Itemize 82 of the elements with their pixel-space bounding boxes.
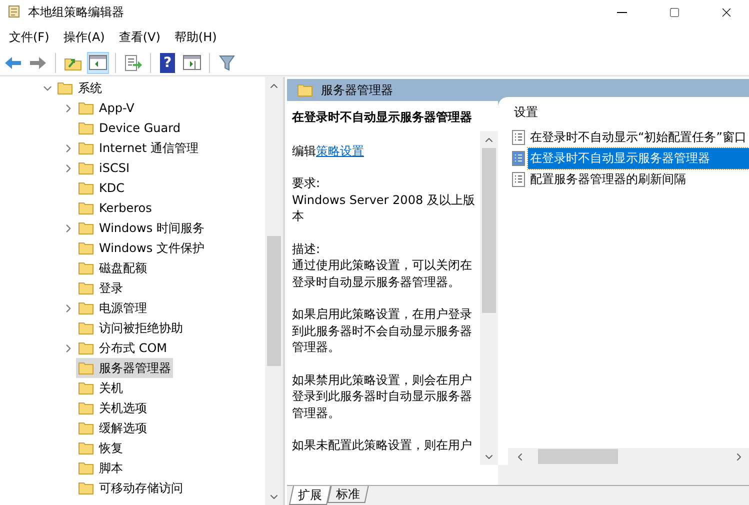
tree-item[interactable]: iSCSI [76,158,132,178]
folder-icon [78,281,94,295]
folder-icon [78,361,94,375]
menu-item[interactable]: 操作(A) [56,26,112,48]
tab[interactable]: 标准 [327,486,369,503]
folder-icon [78,221,94,235]
folder-icon [78,441,94,455]
tree-item[interactable]: Windows 文件保护 [76,238,206,258]
tree-item[interactable]: App-V [76,98,136,118]
pane-toggle-icon [89,55,107,70]
toolbar-button[interactable] [87,52,109,74]
folder-icon [78,381,94,395]
folder-icon [78,201,94,215]
folder-icon [78,401,94,415]
tree-item[interactable]: 缓解选项 [76,418,149,438]
forward-arrow-icon [29,56,47,70]
folder-icon [78,321,94,335]
folder-icon [78,341,94,355]
help-button[interactable]: ? [160,52,175,72]
folder-icon [57,81,73,95]
folder-icon [78,121,94,135]
scroll-icon [6,4,22,20]
tree-item[interactable]: 恢复 [76,438,125,458]
horizontal-scrollbar[interactable] [508,448,749,465]
tree-item[interactable]: 电源管理 [76,298,149,318]
window-pane-icon [183,55,201,70]
tree-item[interactable]: 登录 [76,278,125,298]
description-paragraph: 描述: 通过使用此策略设置，可以关闭在 登录时自动显示服务器管理器。 [292,240,473,290]
policy-title: 在登录时不自动显示服务器管理器 [292,109,473,126]
folder-icon [78,301,94,315]
tree-item[interactable]: 脚本 [76,458,125,478]
folder-icon [78,241,94,255]
tree-item[interactable]: 可移动存储访问 [76,478,185,498]
tree-item[interactable]: Windows 时间服务 [76,218,206,238]
menu-item[interactable]: 文件(F) [2,26,56,48]
vertical-scrollbar[interactable] [265,77,283,505]
edit-policy-text: 编辑策略设置 [292,142,365,159]
tree-item[interactable]: KDC [76,178,126,198]
tree-item[interactable]: 分布式 COM [76,338,169,358]
setting-item[interactable]: 在登录时不自动显示“初始配置任务”窗口 [528,127,749,148]
back-arrow-icon [4,56,22,70]
document-icon [512,151,525,166]
policy-settings-link[interactable]: 策略设置 [316,144,364,158]
tree-item[interactable]: 关机选项 [76,398,149,418]
window-title: 本地组策略编辑器 [28,4,125,20]
folder-icon [78,261,94,275]
menu-item[interactable]: 查看(V) [112,26,168,48]
document-icon [512,172,525,187]
description-paragraph: 如果启用此策略设置，在用户登录 到此服务器时不会自动显示服务器 管理器。 [292,306,473,356]
export-list-icon [124,54,142,70]
setting-item[interactable]: 在登录时不自动显示服务器管理器 [528,148,749,169]
folder-icon [78,101,94,115]
tree-item[interactable]: 系统 [55,78,104,98]
description-paragraph: 如果未配置此策略设置，则在用户 [292,437,473,454]
tree-item[interactable]: 关机 [76,378,125,398]
pane-title: 服务器管理器 [321,82,393,98]
folder-icon [78,181,94,195]
tree-item[interactable]: 磁盘配额 [76,258,149,278]
vertical-scrollbar[interactable] [480,131,498,465]
menu-item[interactable]: 帮助(H) [167,26,224,48]
setting-item[interactable]: 配置服务器管理器的刷新间隔 [528,169,749,190]
tree-item[interactable]: Device Guard [76,118,182,138]
maximize-icon [668,6,680,18]
column-header[interactable]: 设置 [514,104,538,121]
tree-item[interactable]: 访问被拒绝协助 [76,318,185,338]
tab[interactable]: 扩展 [288,486,332,505]
filter-icon [219,54,235,70]
folder-icon [297,83,313,97]
scrollbar-thumb[interactable] [267,236,281,366]
folder-icon [78,161,94,175]
document-icon [512,130,525,145]
folder-icon [78,481,94,495]
tree-item[interactable]: Kerberos [76,198,154,218]
tree-item[interactable]: 服务器管理器 [76,358,173,378]
folder-icon [78,421,94,435]
description-paragraph: 要求: Windows Server 2008 及以上版 本 [292,175,476,224]
description-paragraph: 如果禁用此策略设置，则会在用户 登录到此服务器时自动显示服务器 管理器。 [292,372,473,421]
folder-icon [78,461,94,475]
scrollbar-thumb[interactable] [538,449,618,464]
scrollbar-thumb[interactable] [482,148,496,313]
folder-icon [78,141,94,155]
tree-item[interactable]: Internet 通信管理 [76,138,200,158]
